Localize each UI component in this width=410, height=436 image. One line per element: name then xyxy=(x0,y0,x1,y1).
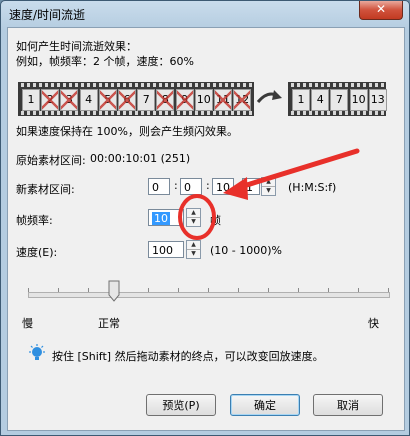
slider-slow-label: 慢 xyxy=(22,317,33,330)
arrow-right-icon xyxy=(256,90,282,103)
slider-tick xyxy=(208,288,209,292)
film-frame: 13 xyxy=(368,89,387,111)
film-frame: 7 xyxy=(137,89,156,111)
spin-up-icon[interactable]: ▲ xyxy=(187,241,200,250)
film-frame: 4 xyxy=(79,89,98,111)
speed-spinner[interactable]: ▲ ▼ xyxy=(186,240,201,259)
speed-range-hint: (10 - 1000)% xyxy=(210,244,282,257)
film-frame: 1 xyxy=(22,89,40,111)
new-range-frames[interactable]: 1 xyxy=(242,178,260,195)
intro-line-2: 例如，帧频率：2 个帧，速度：60% xyxy=(16,55,194,68)
dialog-body: 如何产生时间流逝效果： 例如，帧频率：2 个帧，速度：60% 123456789… xyxy=(7,27,405,431)
spin-down-icon[interactable]: ▼ xyxy=(187,218,200,226)
new-range-label: 新素材区间: xyxy=(16,183,75,196)
intro-line-1: 如何产生时间流逝效果： xyxy=(16,40,137,53)
shift-drag-tip: 按住 [Shift] 然后拖动素材的终点，可以改变回放速度。 xyxy=(52,350,324,363)
original-range-label: 原始素材区间: xyxy=(16,154,86,167)
time-separator: : xyxy=(206,179,210,192)
slider-tick xyxy=(268,288,269,292)
dropped-frame: 5 xyxy=(98,89,117,111)
dialog-title: 速度/时间流逝 xyxy=(9,8,86,22)
film-strip-original: 1 2 3 4 5 6 7 8 9 10 11 12 xyxy=(18,82,254,116)
time-separator: : xyxy=(174,179,178,192)
slider-tick xyxy=(388,288,389,292)
cancel-button[interactable]: 取消 xyxy=(313,394,383,416)
film-frame: 1 xyxy=(292,89,310,111)
slider-tick xyxy=(148,288,149,292)
close-button[interactable]: ✕ xyxy=(359,1,403,20)
title-bar[interactable]: 速度/时间流逝 ✕ xyxy=(1,1,409,27)
dropped-frame: 11 xyxy=(214,89,232,111)
slider-tick xyxy=(28,288,29,292)
new-range-seconds[interactable]: 10 xyxy=(212,178,234,195)
spin-up-icon[interactable]: ▲ xyxy=(262,178,275,187)
dropped-frame: 8 xyxy=(156,89,175,111)
dropped-frame: 12 xyxy=(233,89,252,111)
film-frame: 4 xyxy=(311,89,330,111)
speed-slider-track[interactable] xyxy=(28,292,390,298)
spin-down-icon[interactable]: ▼ xyxy=(187,250,200,258)
spin-down-icon[interactable]: ▼ xyxy=(262,187,275,195)
speed-label: 速度(E): xyxy=(16,246,58,259)
slider-tick xyxy=(358,288,359,292)
slider-tick xyxy=(298,288,299,292)
new-range-spinner[interactable]: ▲ ▼ xyxy=(261,177,276,196)
speed-slider-thumb[interactable] xyxy=(108,280,120,302)
slider-tick xyxy=(238,288,239,292)
dropped-frame: 2 xyxy=(41,89,60,111)
frame-rate-spinner[interactable]: ▲ ▼ xyxy=(186,208,201,227)
preview-button[interactable]: 预览(P) xyxy=(146,394,216,416)
frame-rate-input[interactable]: 10 xyxy=(148,209,184,226)
slider-tick xyxy=(58,288,59,292)
slider-fast-label: 快 xyxy=(368,317,379,330)
film-frame: 7 xyxy=(330,89,349,111)
spin-up-icon[interactable]: ▲ xyxy=(187,209,200,218)
slider-normal-label: 正常 xyxy=(98,317,120,330)
film-frame: 10 xyxy=(349,89,368,111)
film-strip-result: 1 4 7 10 13 xyxy=(288,82,387,116)
new-range-hours[interactable]: 0 xyxy=(148,178,170,195)
slider-tick xyxy=(178,288,179,292)
strobe-note: 如果速度保持在 100%，则会产生频闪效果。 xyxy=(16,125,238,138)
slider-tick xyxy=(88,288,89,292)
speed-input[interactable]: 100 xyxy=(148,241,184,258)
ok-button[interactable]: 确定 xyxy=(230,394,300,416)
dropped-frame: 9 xyxy=(175,89,194,111)
dropped-frame: 6 xyxy=(118,89,136,111)
time-format-hint: (H:M:S:f) xyxy=(288,181,337,194)
speed-dialog: 速度/时间流逝 ✕ 如何产生时间流逝效果： 例如，帧频率：2 个帧，速度：60%… xyxy=(0,0,410,436)
new-range-minutes[interactable]: 0 xyxy=(180,178,202,195)
frame-rate-label: 帧频率: xyxy=(16,214,53,227)
frame-unit: 帧 xyxy=(210,214,221,227)
lightbulb-icon xyxy=(29,344,45,360)
slider-tick xyxy=(328,288,329,292)
original-range-value: 00:00:10:01 (251) xyxy=(90,152,191,165)
film-frame: 10 xyxy=(194,89,213,111)
dropped-frame: 3 xyxy=(60,89,79,111)
